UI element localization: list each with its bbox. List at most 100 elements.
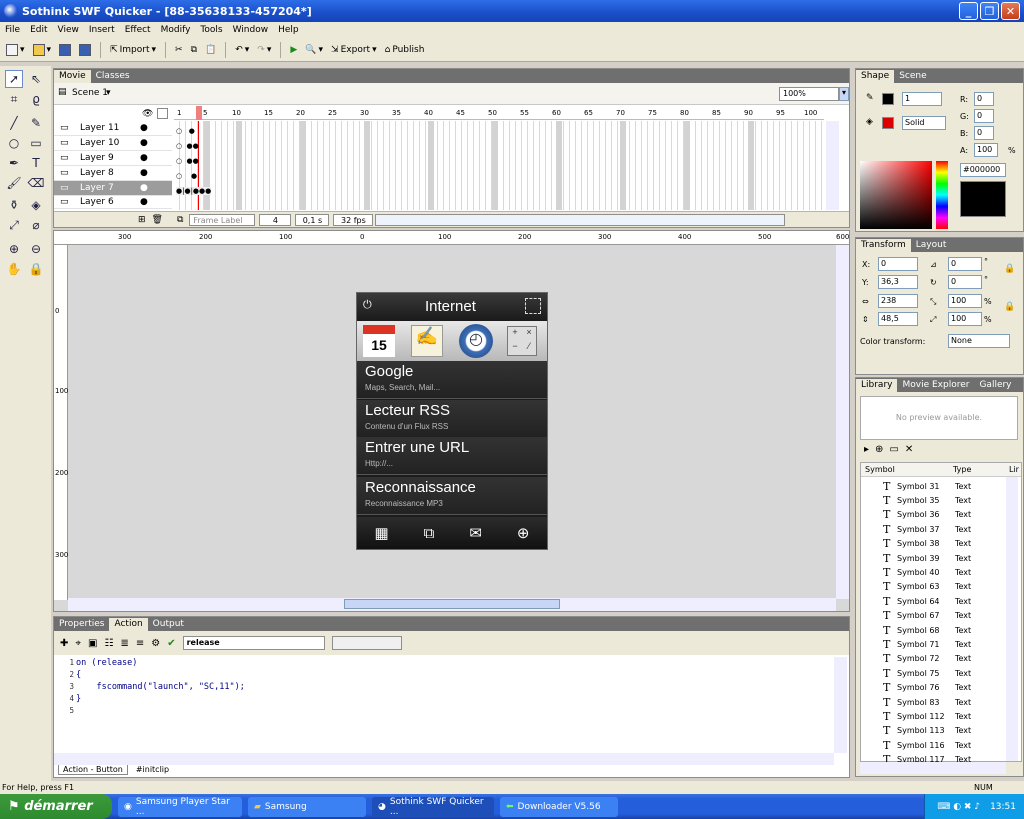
line-icon[interactable]: ╱ [5, 114, 23, 132]
library-row[interactable]: T Symbol 31 Text [865, 479, 1013, 493]
find-icon[interactable]: ⌖ [75, 638, 81, 649]
contacts-icon[interactable]: ⧉ [424, 525, 435, 542]
library-row[interactable]: T Symbol 76 Text [865, 681, 1013, 695]
tab-layout[interactable]: Layout [911, 239, 952, 252]
new-folder-icon[interactable]: ▭ [889, 444, 898, 455]
height-input[interactable]: 48,5 [878, 312, 918, 326]
play-button[interactable]: ▶ [288, 41, 299, 59]
eye-icon[interactable]: ● [140, 138, 148, 148]
lasso-icon[interactable]: ϱ [27, 90, 45, 108]
stage-hscroll-thumb[interactable] [344, 599, 560, 609]
library-row[interactable]: T Symbol 72 Text [865, 652, 1013, 666]
tab-movie-explorer[interactable]: Movie Explorer [897, 379, 974, 392]
library-row[interactable]: T Symbol 64 Text [865, 594, 1013, 608]
subselect-arrow-icon[interactable]: ⇖ [27, 70, 45, 88]
library-row[interactable]: T Symbol 116 Text [865, 738, 1013, 752]
start-button[interactable]: ⚑ démarrer [0, 794, 112, 819]
zoom-out-icon[interactable]: ⊖ [27, 240, 45, 258]
onion-skin-icon[interactable]: ⧉ [177, 215, 183, 225]
tab-scene[interactable]: Scene [894, 70, 931, 83]
library-vscrollbar[interactable] [1006, 477, 1018, 761]
auto-format-icon[interactable]: ≣ [120, 638, 128, 649]
zoom-dropdown-icon[interactable]: ▾ [839, 87, 849, 101]
insert-target-icon[interactable]: ▣ [88, 638, 97, 649]
apply-icon[interactable]: ✔ [167, 638, 175, 649]
tab-movie[interactable]: Movie [54, 70, 91, 83]
eyedropper-icon[interactable]: ⌀ [27, 216, 45, 234]
library-row[interactable]: T Symbol 40 Text [865, 565, 1013, 579]
library-row[interactable]: T Symbol 63 Text [865, 580, 1013, 594]
task-downloader[interactable]: ⬅ Downloader V5.56 [500, 796, 618, 817]
show-hint-icon[interactable]: ≡ [136, 638, 144, 649]
tray-icons[interactable]: ⌨ ◐ ✖ ♪ [937, 802, 980, 812]
new-symbol-icon[interactable]: ⊕ [875, 444, 883, 455]
eye-icon[interactable]: 👁 [142, 109, 153, 119]
library-row[interactable]: T Symbol 75 Text [865, 666, 1013, 680]
library-row[interactable]: T Symbol 36 Text [865, 508, 1013, 522]
calendar-icon[interactable]: 15 [363, 325, 395, 357]
timeline-hscrollbar[interactable] [375, 213, 786, 226]
stroke-width-input[interactable]: 1 [902, 92, 942, 106]
fill-color-swatch[interactable] [882, 117, 894, 129]
tab-library[interactable]: Library [856, 379, 898, 392]
publish-button[interactable]: ⌂ Publish [383, 41, 427, 59]
library-row[interactable]: T Symbol 113 Text [865, 724, 1013, 738]
gradient-transform-icon[interactable]: ⤢ [5, 216, 23, 234]
menu-tools[interactable]: Tools [195, 25, 227, 35]
menu-modify[interactable]: Modify [156, 25, 196, 35]
hand-icon[interactable]: ✋ [5, 260, 23, 278]
menu-view[interactable]: View [53, 25, 84, 35]
col-linkage[interactable]: Lir [1009, 465, 1019, 474]
lock-column-icon[interactable] [157, 108, 168, 119]
zoom-select[interactable]: 100% [779, 87, 839, 101]
code-vscrollbar[interactable] [834, 657, 847, 753]
select-arrow-icon[interactable]: ➚ [5, 70, 23, 88]
rotate1-input[interactable]: 0 [948, 257, 982, 271]
copy-button[interactable]: ⧉ [189, 41, 199, 59]
redo-button[interactable]: ↷ ▾ [255, 41, 273, 59]
menu-insert[interactable]: Insert [84, 25, 120, 35]
menu-item-google[interactable]: Google Maps, Search, Mail... [357, 361, 547, 399]
chevron-down-icon[interactable]: ▾ [106, 88, 111, 98]
task-samsung-player[interactable]: ◉ Samsung Player Star ... [118, 796, 242, 817]
eye-icon[interactable]: ● [140, 197, 148, 207]
y-input[interactable]: 36,3 [878, 275, 918, 289]
eye-icon[interactable]: ● [140, 123, 148, 133]
color-picker[interactable] [860, 161, 932, 229]
rotate2-input[interactable]: 0 [948, 275, 982, 289]
pencil-icon[interactable]: ✎ [27, 114, 45, 132]
library-row[interactable]: T Symbol 39 Text [865, 551, 1013, 565]
menu-item-url[interactable]: Entrer une URL Http://... [357, 437, 547, 475]
tab-initclip[interactable]: #initclip [132, 765, 173, 775]
stage-hscrollbar[interactable] [68, 598, 836, 611]
g-input[interactable]: 0 [974, 109, 994, 123]
tab-properties[interactable]: Properties [54, 618, 109, 631]
import-button[interactable]: ⇱ Import ▾ [108, 41, 158, 59]
brush-icon[interactable]: 🖌 [5, 174, 23, 192]
calculator-icon[interactable]: + × − ⁄ [507, 326, 537, 356]
add-action-icon[interactable]: ✚ [60, 638, 68, 649]
menu-window[interactable]: Window [228, 25, 274, 35]
debug-icon[interactable]: ⚙ [151, 638, 160, 649]
menu-item-rss[interactable]: Lecteur RSS Contenu d'un Flux RSS [357, 400, 547, 438]
restore-button[interactable]: ❐ [980, 2, 999, 20]
delete-symbol-icon[interactable]: ✕ [905, 444, 913, 455]
tab-shape[interactable]: Shape [856, 70, 895, 83]
timeline-vscrollbar[interactable] [826, 121, 839, 210]
undo-button[interactable]: ↶ ▾ [233, 41, 251, 59]
tab-output[interactable]: Output [148, 618, 189, 631]
secondary-select[interactable] [331, 636, 402, 650]
frames-grid[interactable]: ○ ● ○ ●● ○ ●● ○ ● ●|●|●●● [174, 121, 824, 210]
color-transform-select[interactable]: None [948, 334, 1010, 348]
playhead[interactable] [196, 106, 202, 120]
power-icon[interactable]: ⏻ [363, 299, 372, 312]
notes-icon[interactable]: ✍ [411, 325, 443, 357]
transform-icon[interactable]: ⌗ [5, 90, 23, 108]
grid-menu-icon[interactable]: ▦ [374, 524, 388, 542]
globe-icon[interactable]: ⊕ [517, 524, 530, 542]
library-row[interactable]: T Symbol 35 Text [865, 493, 1013, 507]
layer-row-selected[interactable]: ▭ Layer 7 ● [54, 181, 172, 196]
menu-help[interactable]: Help [273, 25, 304, 35]
rectangle-icon[interactable]: ▭ [27, 134, 45, 152]
layer-row[interactable]: ▭ Layer 6 ● [54, 196, 172, 209]
